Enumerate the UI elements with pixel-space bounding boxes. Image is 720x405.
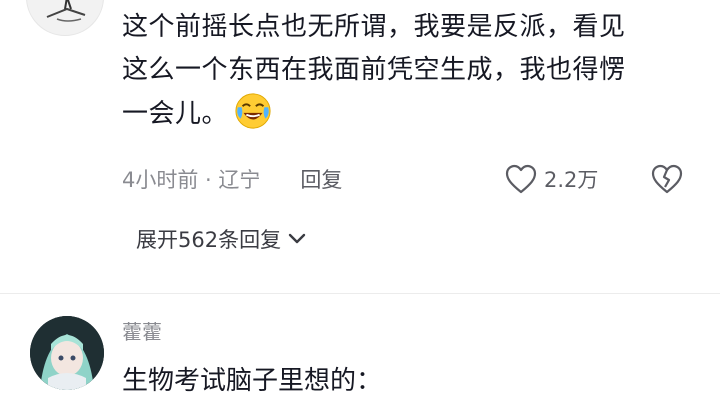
like-count: 2.2万 (544, 168, 599, 192)
expand-replies-label: 展开562条回复 (136, 228, 282, 252)
username[interactable]: 藿藿 (122, 316, 162, 345)
avatar[interactable] (30, 316, 104, 390)
heart-icon (505, 164, 537, 194)
comment-line: 这个前摇长点也无所谓，我要是反派，看见 (122, 12, 626, 42)
chevron-down-icon (288, 233, 306, 244)
comment-text: 生物考试脑子里想的： (122, 366, 383, 396)
comment-line: 这么一个东西在我面前凭空生成，我也得愣 (122, 55, 626, 85)
reply-button[interactable]: 回复 (300, 164, 342, 194)
broken-heart-icon[interactable] (650, 163, 684, 195)
time-location: 4小时前 · 辽宁 (122, 168, 261, 192)
comment-line: 一会儿。 (122, 99, 229, 129)
comment-line-last: 一会儿。 (122, 92, 702, 136)
crying-laughing-emoji-icon (235, 93, 271, 129)
avatar-ink-drawing (46, 0, 86, 22)
comment-text: 这个前摇长点也无所谓，我要是反派，看见 这么一个东西在我面前凭空生成，我也得愣 … (122, 6, 702, 136)
like-button[interactable]: 2.2万 (504, 162, 598, 196)
comment-meta: 4小时前 · 辽宁 回复 (122, 162, 342, 196)
divider (0, 293, 720, 294)
anime-avatar-image (30, 316, 104, 390)
avatar[interactable] (26, 0, 104, 36)
expand-replies-button[interactable]: 展开562条回复 (136, 224, 307, 254)
